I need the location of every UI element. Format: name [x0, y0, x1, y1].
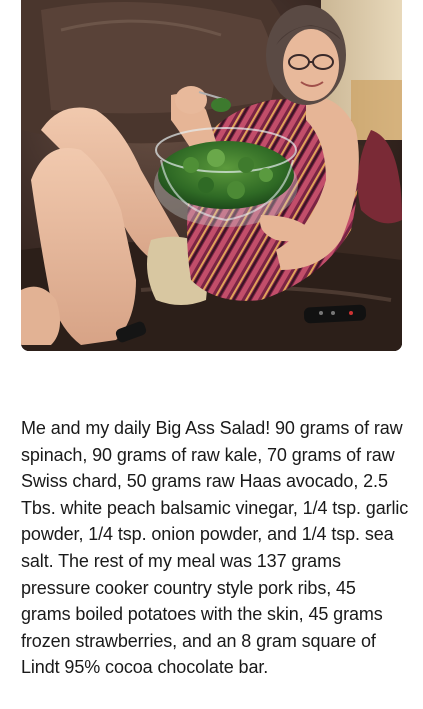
- post-photo[interactable]: [21, 0, 402, 351]
- salad-photo-illustration: [21, 0, 402, 351]
- post-caption: Me and my daily Big Ass Salad! 90 grams …: [21, 418, 409, 678]
